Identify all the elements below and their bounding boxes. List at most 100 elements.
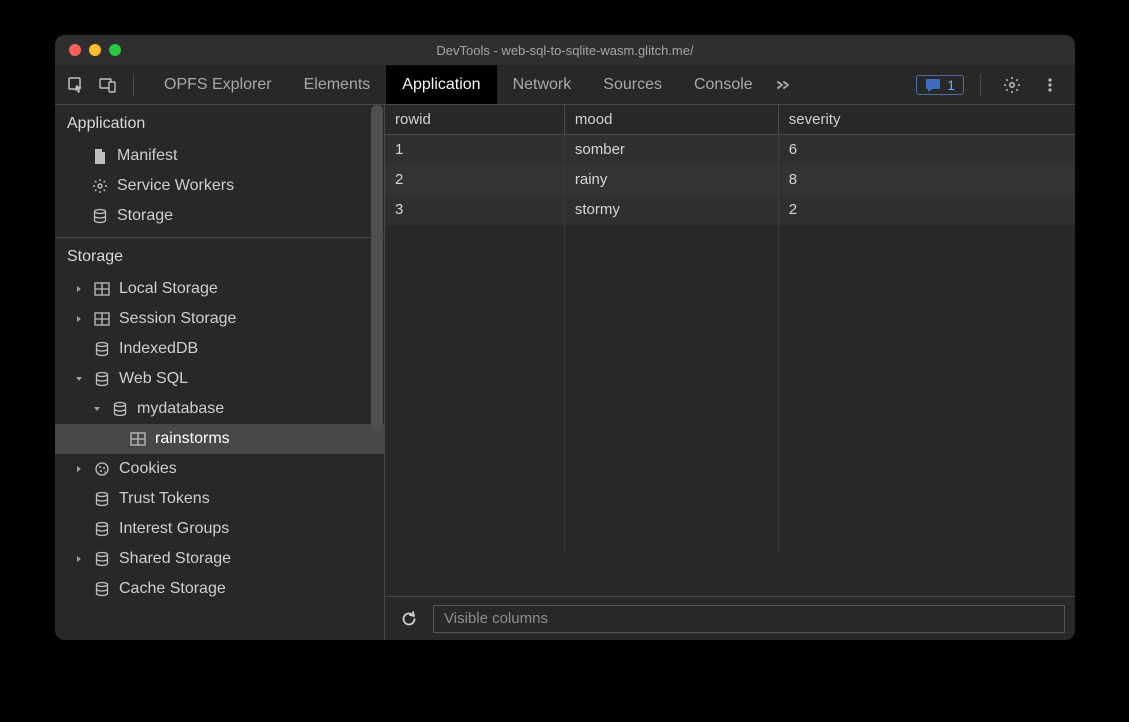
column-divider[interactable] [564, 138, 565, 551]
cookie-icon [93, 460, 111, 478]
tab-opfs-explorer[interactable]: OPFS Explorer [148, 65, 288, 104]
table-cell: somber [564, 135, 778, 165]
tab-sources[interactable]: Sources [587, 65, 678, 104]
sidebar-item-cache-storage[interactable]: Cache Storage [55, 574, 384, 604]
visible-columns-input[interactable] [433, 605, 1065, 633]
column-divider[interactable] [778, 138, 779, 551]
sidebar-item-label: rainstorms [155, 430, 230, 448]
toolbar-left-group [55, 65, 148, 104]
disclosure-arrow-icon [91, 405, 103, 413]
sidebar-item-mydatabase[interactable]: mydatabase [55, 394, 384, 424]
issues-icon [925, 78, 941, 92]
sidebar-item-label: Cookies [119, 460, 177, 478]
db-icon [93, 550, 111, 568]
column-header-mood[interactable]: mood [564, 105, 778, 135]
sidebar-item-local-storage[interactable]: Local Storage [55, 274, 384, 304]
column-header-rowid[interactable]: rowid [385, 105, 564, 135]
sidebar-item-label: Manifest [117, 147, 177, 165]
window-controls [55, 44, 121, 56]
issues-count: 1 [947, 77, 955, 93]
db-icon [93, 580, 111, 598]
sidebar-item-indexeddb[interactable]: IndexedDB [55, 334, 384, 364]
tab-application[interactable]: Application [386, 65, 496, 104]
inspect-element-icon[interactable] [61, 71, 91, 99]
table-row[interactable]: 3stormy2 [385, 195, 1075, 225]
db-icon [111, 400, 129, 418]
table-toolbar [385, 596, 1075, 640]
table-cell: 3 [385, 195, 564, 225]
database-icon [91, 207, 109, 225]
sidebar-section-application: Application [55, 105, 384, 141]
devtools-window: DevTools - web-sql-to-sqlite-wasm.glitch… [55, 35, 1075, 640]
sidebar-item-storage[interactable]: Storage [55, 201, 384, 231]
panel-tabs: OPFS Explorer Elements Application Netwo… [148, 65, 906, 104]
column-header-severity[interactable]: severity [778, 105, 1075, 135]
refresh-button[interactable] [395, 605, 423, 633]
close-window-button[interactable] [69, 44, 81, 56]
table-cell: 1 [385, 135, 564, 165]
db-icon [93, 520, 111, 538]
toolbar-separator [980, 74, 981, 96]
sidebar-item-label: Storage [117, 207, 173, 225]
sidebar-item-label: Service Workers [117, 177, 234, 195]
table-container: rowid mood severity 1somber62rainy83stor… [385, 105, 1075, 596]
sidebar-item-cookies[interactable]: Cookies [55, 454, 384, 484]
main-panel: rowid mood severity 1somber62rainy83stor… [385, 105, 1075, 640]
db-icon [93, 490, 111, 508]
sidebar-item-label: Local Storage [119, 280, 218, 298]
sidebar-item-label: Interest Groups [119, 520, 229, 538]
application-sidebar: Application Manifest Service Workers Sto… [55, 105, 385, 640]
sidebar-item-trust-tokens[interactable]: Trust Tokens [55, 484, 384, 514]
sidebar-scrollbar-thumb[interactable] [371, 105, 383, 431]
db-icon [93, 370, 111, 388]
disclosure-arrow-icon [73, 375, 85, 383]
device-toggle-icon[interactable] [93, 71, 123, 99]
table-header-row: rowid mood severity [385, 105, 1075, 135]
table-row[interactable]: 1somber6 [385, 135, 1075, 165]
table-row[interactable]: 2rainy8 [385, 165, 1075, 195]
sidebar-item-rainstorms[interactable]: rainstorms [55, 424, 384, 454]
toolbar-right-group: 1 [906, 65, 1075, 104]
issues-badge[interactable]: 1 [916, 75, 964, 95]
disclosure-arrow-icon [73, 465, 85, 473]
disclosure-arrow-icon [73, 555, 85, 563]
sidebar-item-label: Cache Storage [119, 580, 226, 598]
gear-icon [91, 177, 109, 195]
sidebar-item-manifest[interactable]: Manifest [55, 141, 384, 171]
titlebar: DevTools - web-sql-to-sqlite-wasm.glitch… [55, 35, 1075, 65]
sidebar-item-label: IndexedDB [119, 340, 198, 358]
minimize-window-button[interactable] [89, 44, 101, 56]
table-cell: 2 [778, 195, 1075, 225]
sidebar-section-storage: Storage [55, 238, 384, 274]
sidebar-item-label: Web SQL [119, 370, 188, 388]
maximize-window-button[interactable] [109, 44, 121, 56]
window-title: DevTools - web-sql-to-sqlite-wasm.glitch… [55, 43, 1075, 58]
main-toolbar: OPFS Explorer Elements Application Netwo… [55, 65, 1075, 105]
table-cell: 2 [385, 165, 564, 195]
toolbar-separator [133, 74, 134, 96]
sidebar-item-shared-storage[interactable]: Shared Storage [55, 544, 384, 574]
tabs-overflow-icon[interactable] [769, 65, 799, 104]
tab-console[interactable]: Console [678, 65, 769, 104]
sidebar-item-interest-groups[interactable]: Interest Groups [55, 514, 384, 544]
sidebar-item-web-sql[interactable]: Web SQL [55, 364, 384, 394]
sidebar-item-service-workers[interactable]: Service Workers [55, 171, 384, 201]
table-cell: 8 [778, 165, 1075, 195]
file-icon [91, 147, 109, 165]
tab-elements[interactable]: Elements [288, 65, 387, 104]
table-cell: stormy [564, 195, 778, 225]
settings-icon[interactable] [997, 71, 1027, 99]
sidebar-item-label: Session Storage [119, 310, 236, 328]
tab-network[interactable]: Network [497, 65, 588, 104]
sidebar-item-label: mydatabase [137, 400, 224, 418]
sidebar-item-session-storage[interactable]: Session Storage [55, 304, 384, 334]
sidebar-scrollbar[interactable] [370, 105, 384, 640]
content-area: Application Manifest Service Workers Sto… [55, 105, 1075, 640]
grid-icon [93, 310, 111, 328]
websql-table: rowid mood severity 1somber62rainy83stor… [385, 105, 1075, 225]
sidebar-item-label: Trust Tokens [119, 490, 210, 508]
more-menu-icon[interactable] [1035, 71, 1065, 99]
grid-icon [93, 280, 111, 298]
db-icon [93, 340, 111, 358]
disclosure-arrow-icon [73, 315, 85, 323]
